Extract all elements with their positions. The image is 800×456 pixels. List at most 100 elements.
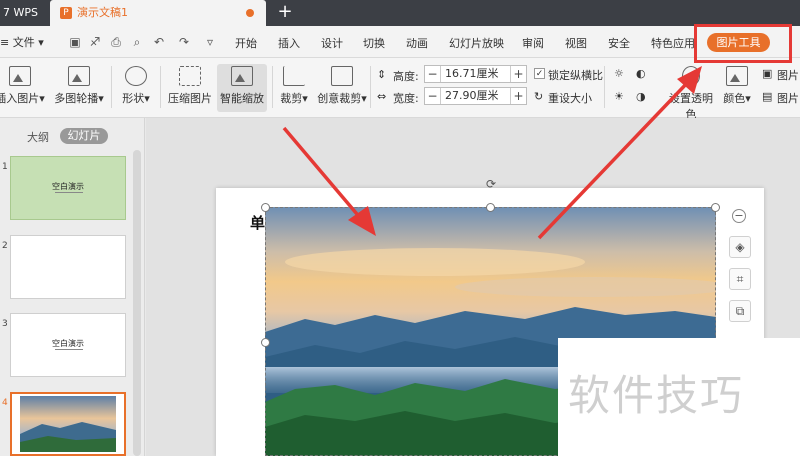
carousel-icon xyxy=(68,66,90,86)
width-value[interactable]: 27.90厘米 xyxy=(445,88,499,104)
compress-image-button[interactable]: 压缩图片 xyxy=(166,66,214,106)
slide-number: 4 xyxy=(2,398,8,408)
width-label: 宽度: xyxy=(393,92,419,105)
height-spinner[interactable]: − 16.71厘米 + xyxy=(424,65,527,83)
menu-review[interactable]: 审阅 xyxy=(522,35,544,51)
crop-label: 裁剪▾ xyxy=(280,92,308,105)
menu-animation[interactable]: 动画 xyxy=(406,35,428,51)
width-spinner[interactable]: − 27.90厘米 + xyxy=(424,87,527,105)
menu-home[interactable]: 开始 xyxy=(235,35,257,51)
presentation-icon: P xyxy=(60,7,72,19)
height-increase-button[interactable]: + xyxy=(510,66,526,82)
layers-icon[interactable]: ◈ xyxy=(729,236,751,258)
customize-icon[interactable]: ▿ xyxy=(203,35,217,49)
document-tab[interactable]: P 演示文稿1 xyxy=(50,0,266,26)
compress-label: 压缩图片 xyxy=(168,92,212,105)
brightness-up-icon[interactable]: ☼ xyxy=(614,67,624,80)
watermark-panel: 软件技巧 xyxy=(558,338,800,456)
thumbnail-text: 空白演示 xyxy=(52,339,84,348)
thumbnail-subtitle-line xyxy=(55,349,83,350)
slide-title-text[interactable]: 单 xyxy=(250,212,265,233)
thumbnail-subtitle-line xyxy=(55,192,83,193)
menu-transition[interactable]: 切换 xyxy=(363,35,385,51)
crop-tool-icon[interactable]: ⌗ xyxy=(729,268,751,290)
slide-thumbnail-1[interactable]: 空白演示 xyxy=(10,156,126,220)
contrast-down-icon[interactable]: ◑ xyxy=(636,90,646,103)
watermark-text: 软件技巧 xyxy=(568,371,745,420)
format-painter-icon[interactable]: ♐ xyxy=(88,35,102,49)
contrast-up-icon[interactable]: ◐ xyxy=(636,67,646,80)
multi-carousel-label: 多图轮播▾ xyxy=(54,92,104,105)
separator xyxy=(370,66,371,108)
slide-number: 2 xyxy=(2,241,8,251)
creative-crop-label: 创意裁剪▾ xyxy=(317,92,367,105)
wps-home-tab[interactable]: 7 WPS xyxy=(0,0,48,26)
slide-thumbnail-4[interactable] xyxy=(10,392,126,456)
slide-thumbnail-3[interactable]: 空白演示 xyxy=(10,313,126,377)
collapse-tools-icon[interactable]: − xyxy=(732,209,746,223)
compress-icon xyxy=(179,66,201,86)
image-swap-icon[interactable]: ⧉ xyxy=(729,300,751,322)
menu-special[interactable]: 特色应用 xyxy=(651,35,695,51)
width-icon: ⇔ xyxy=(377,90,387,103)
shape-button[interactable]: 形状▾ xyxy=(118,66,154,106)
resize-handle-top[interactable] xyxy=(486,203,495,212)
set-transparent-button[interactable]: 设置透明色 xyxy=(664,66,718,122)
undo-icon[interactable]: ↶ xyxy=(152,35,166,49)
document-title: 演示文稿1 xyxy=(77,6,128,19)
creative-crop-button[interactable]: 创意裁剪▾ xyxy=(315,66,369,106)
panel-scrollbar[interactable] xyxy=(133,150,141,456)
resize-handle-top-right[interactable] xyxy=(711,203,720,212)
picture-outline-icon[interactable]: ▣ xyxy=(762,67,772,80)
menu-security[interactable]: 安全 xyxy=(608,35,630,51)
smart-zoom-icon xyxy=(231,66,253,86)
shape-label: 形状▾ xyxy=(122,92,150,105)
insert-image-label: 插入图片▾ xyxy=(0,92,45,105)
brightness-down-icon[interactable]: ☀ xyxy=(614,90,624,103)
picture-effect-label: 图片 xyxy=(777,92,799,105)
slide-number: 3 xyxy=(2,319,8,329)
print-preview-icon[interactable]: ⌕ xyxy=(130,35,144,49)
lock-ratio-checkbox[interactable]: ✓ xyxy=(534,68,545,79)
smart-zoom-label: 智能缩放 xyxy=(220,92,264,105)
color-label: 颜色▾ xyxy=(723,92,751,105)
menu-slideshow[interactable]: 幻灯片放映 xyxy=(449,35,504,51)
menu-view[interactable]: 视图 xyxy=(565,35,587,51)
insert-image-button[interactable]: 插入图片▾ xyxy=(0,66,48,106)
color-button[interactable]: 颜色▾ xyxy=(720,66,754,106)
slides-tab[interactable]: 幻灯片 xyxy=(60,128,108,144)
picture-outline-label: 图片 xyxy=(777,69,799,82)
height-decrease-button[interactable]: − xyxy=(425,66,441,82)
print-icon[interactable]: ⎙ xyxy=(109,35,123,49)
rotate-handle-icon[interactable]: ⟳ xyxy=(485,178,497,190)
separator xyxy=(111,66,112,108)
unsaved-dot-icon[interactable] xyxy=(246,9,254,17)
set-transparent-label: 设置透明色 xyxy=(669,92,713,121)
smart-zoom-button[interactable]: 智能缩放 xyxy=(217,64,267,112)
crop-icon xyxy=(283,66,305,86)
height-icon: ⇕ xyxy=(377,68,387,81)
slide-thumbnail-2[interactable] xyxy=(10,235,126,299)
width-increase-button[interactable]: + xyxy=(510,88,526,104)
new-tab-button[interactable]: + xyxy=(276,0,294,26)
picture-effect-icon[interactable]: ▤ xyxy=(762,90,772,103)
outline-tab[interactable]: 大纲 xyxy=(27,129,49,145)
resize-handle-top-left[interactable] xyxy=(261,203,270,212)
slide-number: 1 xyxy=(2,162,8,172)
reset-size-button[interactable]: 重设大小 xyxy=(548,90,592,106)
slide-panel: 大纲 幻灯片 1 空白演示 2 3 空白演示 4 xyxy=(0,118,145,456)
width-decrease-button[interactable]: − xyxy=(425,88,441,104)
thumbnail-landscape-image xyxy=(20,396,116,452)
save-icon[interactable]: ▣ xyxy=(68,35,82,49)
crop-button[interactable]: 裁剪▾ xyxy=(276,66,312,106)
separator xyxy=(604,66,605,108)
resize-handle-left[interactable] xyxy=(261,338,270,347)
multi-carousel-button[interactable]: 多图轮播▾ xyxy=(53,66,105,106)
separator xyxy=(160,66,161,108)
menu-design[interactable]: 设计 xyxy=(321,35,343,51)
menu-insert[interactable]: 插入 xyxy=(278,35,300,51)
redo-icon[interactable]: ↷ xyxy=(177,35,191,49)
height-value[interactable]: 16.71厘米 xyxy=(445,66,499,82)
title-bar: 7 WPS P 演示文稿1 + xyxy=(0,0,800,26)
file-menu[interactable]: ≡ 文件 ▾ xyxy=(0,34,44,50)
